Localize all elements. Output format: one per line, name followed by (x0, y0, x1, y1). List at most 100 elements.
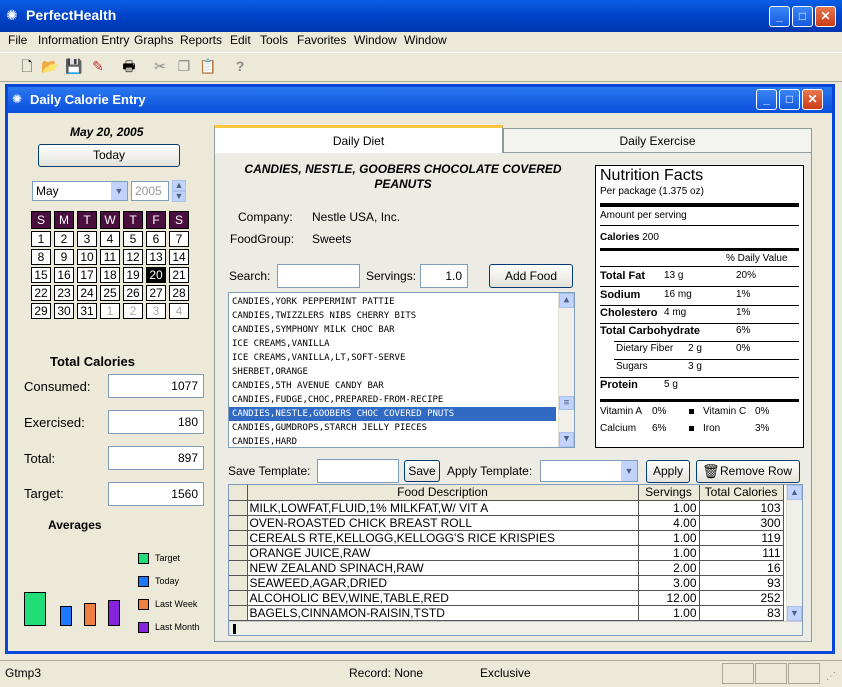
food-list[interactable]: CANDIES,YORK PEPPERMINT PATTIE CANDIES,TW… (228, 292, 575, 448)
row-header[interactable] (229, 530, 248, 546)
cut-icon[interactable]: ✂ (151, 57, 169, 75)
column-header-food-description[interactable]: Food Description (247, 485, 639, 501)
total-calories-cell[interactable]: 300 (699, 515, 784, 531)
servings-cell[interactable]: 1.00 (638, 530, 700, 546)
servings-cell[interactable]: 3.00 (638, 575, 700, 591)
row-header[interactable] (229, 515, 248, 531)
row-header[interactable] (229, 545, 248, 561)
servings-cell[interactable]: 2.00 (638, 560, 700, 576)
calendar-day[interactable]: 31 (77, 303, 97, 319)
food-list-item[interactable]: CANDIES,HARD (229, 435, 556, 447)
calendar-day[interactable]: 25 (100, 285, 120, 301)
calendar-day[interactable]: 12 (123, 249, 143, 265)
calendar-day[interactable]: 14 (169, 249, 189, 265)
search-input[interactable] (277, 264, 360, 288)
total-calories-cell[interactable]: 93 (699, 575, 784, 591)
calendar-day[interactable]: 2 (54, 231, 74, 247)
calendar-day[interactable]: 3 (146, 303, 166, 319)
grid-hscrollbar[interactable] (229, 621, 802, 635)
table-row[interactable]: BAGELS,CINNAMON-RAISIN,TSTD 1.00 83 (229, 605, 784, 621)
calendar-day[interactable]: 3 (77, 231, 97, 247)
column-header-servings[interactable]: Servings (638, 485, 700, 501)
calendar-day[interactable]: 4 (169, 303, 189, 319)
total-calories-cell[interactable]: 119 (699, 530, 784, 546)
menu-graphs[interactable]: Graphs (134, 33, 173, 47)
table-row[interactable]: CEREALS RTE,KELLOGG,KELLOGG'S RICE KRISP… (229, 530, 784, 546)
food-description-cell[interactable]: ALCOHOLIC BEV,WINE,TABLE,RED (247, 590, 639, 606)
menu-favorites[interactable]: Favorites (297, 33, 346, 47)
child-maximize-button[interactable]: □ (779, 89, 800, 110)
row-header[interactable] (229, 575, 248, 591)
row-header[interactable] (229, 590, 248, 606)
apply-template-select[interactable]: ▼ (540, 460, 638, 482)
calendar-day[interactable]: 4 (100, 231, 120, 247)
today-button[interactable]: Today (38, 144, 180, 167)
total-calories-cell[interactable]: 16 (699, 560, 784, 576)
menu-file[interactable]: File (8, 33, 27, 47)
table-row[interactable]: MILK,LOWFAT,FLUID,1% MILKFAT,W/ VIT A 1.0… (229, 500, 784, 516)
grid-vscrollbar[interactable]: ▲ ▼ (786, 485, 802, 621)
scroll-up-icon[interactable]: ▲ (559, 293, 574, 308)
food-list-scrollbar[interactable]: ▲ ≡ ▼ (558, 293, 574, 447)
food-description-cell[interactable]: SEAWEED,AGAR,DRIED (247, 575, 639, 591)
menu-reports[interactable]: Reports (180, 33, 222, 47)
calendar-day[interactable]: 13 (146, 249, 166, 265)
food-list-item[interactable]: CANDIES,YORK PEPPERMINT PATTIE (229, 295, 556, 309)
menu-tools[interactable]: Tools (260, 33, 288, 47)
calendar-day[interactable]: 17 (77, 267, 97, 283)
servings-cell[interactable]: 1.00 (638, 605, 700, 621)
calendar-day[interactable]: 9 (54, 249, 74, 265)
calendar-day[interactable]: 23 (54, 285, 74, 301)
food-list-item[interactable]: CANDIES,FUDGE,CHOC,PREPARED-FROM-RECIPE (229, 393, 556, 407)
menu-information-entry[interactable]: Information Entry (38, 33, 129, 47)
servings-cell[interactable]: 1.00 (638, 545, 700, 561)
calendar-day[interactable]: 19 (123, 267, 143, 283)
column-header-total-calories[interactable]: Total Calories (699, 485, 784, 501)
month-select[interactable]: May ▼ (32, 181, 128, 201)
table-row[interactable]: NEW ZEALAND SPINACH,RAW 2.00 16 (229, 560, 784, 576)
calendar-day[interactable]: 6 (146, 231, 166, 247)
food-list-item[interactable]: ICE CREAMS,VANILLA (229, 337, 556, 351)
calendar-day[interactable]: 18 (100, 267, 120, 283)
total-calories-cell[interactable]: 252 (699, 590, 784, 606)
calendar-day[interactable]: 30 (54, 303, 74, 319)
save-disk-icon[interactable]: 💾 (65, 57, 83, 75)
row-header[interactable] (229, 500, 248, 516)
menu-window-2[interactable]: Window (404, 33, 447, 47)
food-description-cell[interactable]: MILK,LOWFAT,FLUID,1% MILKFAT,W/ VIT A (247, 500, 639, 516)
scroll-down-icon[interactable]: ▼ (559, 432, 574, 447)
servings-cell[interactable]: 4.00 (638, 515, 700, 531)
servings-cell[interactable]: 1.00 (638, 500, 700, 516)
calendar-day[interactable]: 16 (54, 267, 74, 283)
calendar-day[interactable]: 1 (31, 231, 51, 247)
scroll-up-icon[interactable]: ▲ (787, 485, 802, 500)
calendar-day[interactable]: 24 (77, 285, 97, 301)
food-list-item[interactable]: CANDIES,TWIZZLERS NIBS CHERRY BITS (229, 309, 556, 323)
total-calories-cell[interactable]: 103 (699, 500, 784, 516)
calendar-day[interactable]: 2 (123, 303, 143, 319)
consumed-field[interactable]: 1077 (108, 374, 204, 398)
table-row[interactable]: SEAWEED,AGAR,DRIED 3.00 93 (229, 575, 784, 591)
food-list-item[interactable]: CANDIES,GUMDROPS,STARCH JELLY PIECES (229, 421, 556, 435)
menu-window[interactable]: Window (354, 33, 397, 47)
calendar-day[interactable]: 8 (31, 249, 51, 265)
year-field[interactable]: 2005 (131, 181, 169, 201)
row-header[interactable] (229, 560, 248, 576)
calendar-day[interactable]: 20 (146, 267, 166, 283)
add-food-button[interactable]: Add Food (489, 264, 573, 288)
calendar-day[interactable]: 21 (169, 267, 189, 283)
chevron-down-icon[interactable]: ▼ (111, 182, 127, 200)
spin-up-icon[interactable]: ▲ (172, 180, 186, 191)
menu-edit[interactable]: Edit (230, 33, 251, 47)
scroll-down-icon[interactable]: ▼ (787, 606, 802, 621)
calendar-day[interactable]: 7 (169, 231, 189, 247)
calendar-day[interactable]: 27 (146, 285, 166, 301)
target-field[interactable]: 1560 (108, 482, 204, 506)
food-list-item[interactable]: CANDIES,NESTLE,GOOBERS CHOC COVERED PNUT… (229, 407, 556, 421)
child-close-button[interactable]: ✕ (802, 89, 823, 110)
apply-button[interactable]: Apply (646, 460, 690, 483)
open-folder-icon[interactable]: 📂 (41, 57, 59, 75)
tab-daily-diet[interactable]: Daily Diet (214, 125, 503, 153)
resize-grip-icon[interactable]: ⋰ (826, 671, 836, 682)
year-spinner[interactable]: ▲ ▼ (172, 180, 186, 202)
